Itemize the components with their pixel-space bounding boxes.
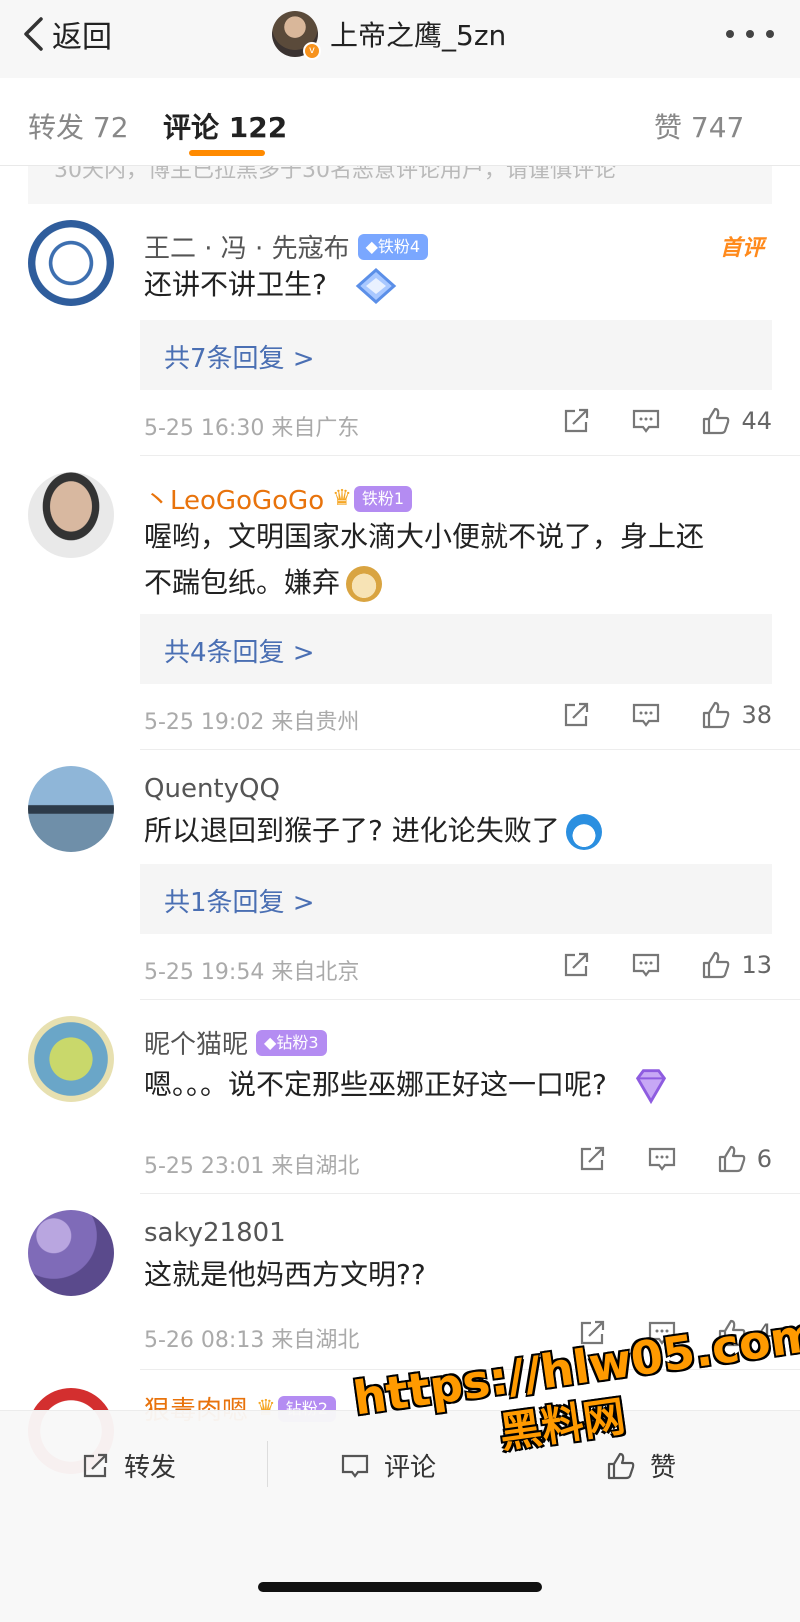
tab-repost[interactable]: 转发 72 [28, 106, 129, 146]
verified-icon: v [303, 42, 321, 60]
comment-text: 喔哟，文明国家水滴大小便就不说了，身上还 不踹包纸。嫌弃 [144, 514, 704, 606]
replies-text: 共7条回复 > [164, 344, 315, 374]
avatar[interactable] [28, 766, 114, 852]
like-icon[interactable] [717, 1144, 747, 1174]
replies-link[interactable]: 共7条回复 > [140, 320, 772, 390]
doraemon-emoji-icon [565, 814, 602, 850]
replies-link[interactable]: 共4条回复 > [140, 614, 772, 684]
avatar[interactable] [28, 472, 114, 558]
comment-actions: 44 [521, 406, 772, 436]
active-tab-indicator [189, 150, 265, 156]
avatar[interactable] [28, 1210, 114, 1296]
replies-text: 共4条回复 > [164, 638, 315, 668]
like-count: 44 [741, 407, 772, 435]
username[interactable]: QuentyQQ [144, 774, 280, 804]
back-label: 返回 [52, 20, 112, 55]
repost-icon [83, 1453, 108, 1477]
share-icon[interactable] [577, 1144, 607, 1174]
tab-bar: 转发 72 评论 122 赞 747 [0, 78, 800, 166]
share-icon[interactable] [561, 950, 591, 980]
comment-meta: 5-25 23:01 来自湖北 [144, 1154, 360, 1179]
comment-meta: 5-25 16:30 来自广东 [144, 416, 360, 441]
username-text: 昵个猫昵 [144, 1030, 249, 1060]
first-comment-tag: 首评 [719, 236, 764, 261]
comment-meta: 5-25 19:54 来自北京 [144, 960, 360, 985]
comment-text-content: 还讲不讲卫生? [144, 268, 327, 301]
comment-text-line: 不踹包纸。嫌弃 [144, 560, 704, 606]
like-count: 13 [741, 951, 772, 979]
like-icon[interactable] [701, 406, 731, 436]
repost-label: 转发 [124, 1453, 177, 1483]
comment-item: 王二 · 冯 · 先寇布 ◆铁粉4 首评 还讲不讲卫生? 共7条回复 > 5-2… [0, 204, 800, 456]
crown-icon: ♛ [332, 486, 352, 511]
avatar[interactable] [28, 1016, 114, 1102]
like-icon [607, 1452, 635, 1479]
avatar[interactable] [28, 220, 114, 306]
comment-text: 这就是他妈西方文明?? [144, 1258, 426, 1291]
comment-text-content: 嗯。。。说不定那些巫娜正好这一口呢? [144, 1068, 607, 1101]
comment-meta: 5-25 19:02 来自贵州 [144, 710, 360, 735]
fan-badge: ◆钻粉3 [256, 1029, 327, 1056]
username-text: 丶LeoGoGoGo [144, 486, 325, 516]
back-button[interactable]: 返回 [22, 14, 112, 55]
like-icon[interactable] [701, 950, 731, 980]
page-title: 上帝之鹰_5zn [330, 19, 507, 52]
repost-button[interactable]: 转发 [80, 1447, 176, 1484]
comment-meta: 5-26 08:13 来自湖北 [144, 1328, 360, 1353]
home-indicator [258, 1582, 542, 1592]
comment-actions: 38 [521, 700, 772, 730]
comment-text-line: 喔哟，文明国家水滴大小便就不说了，身上还 [144, 520, 705, 553]
tab-comment[interactable]: 评论 122 [163, 106, 287, 146]
replies-text: 共1条回复 > [164, 888, 315, 918]
comment-icon[interactable] [631, 406, 661, 436]
comment-item: 丶LeoGoGoGo ♛ 铁粉1 喔哟，文明国家水滴大小便就不说了，身上还 不踹… [0, 456, 800, 750]
comment-actions: 13 [521, 950, 772, 980]
username-text: saky21801 [144, 1218, 286, 1248]
like-button[interactable]: 赞 [606, 1447, 676, 1484]
replies-link[interactable]: 共1条回复 > [140, 864, 772, 934]
comment-item: QuentyQQ 所以退回到猴子了? 进化论失败了 共1条回复 > 5-25 1… [0, 750, 800, 1000]
like-count: 6 [756, 1145, 772, 1173]
comment-text-content: 所以退回到猴子了? 进化论失败了 [144, 814, 560, 847]
comment-notice: 30天内，博主已拉黑多于30名恶意评论用户，请谨慎评论 [28, 166, 772, 204]
comment-icon[interactable] [647, 1144, 677, 1174]
username-text: 王二 · 冯 · 先寇布 [144, 234, 350, 264]
comment-actions: 6 [537, 1144, 772, 1174]
diamond-icon [355, 267, 397, 305]
author-title[interactable]: v 上帝之鹰_5zn [272, 8, 506, 60]
username[interactable]: 王二 · 冯 · 先寇布 ◆铁粉4 [144, 228, 429, 265]
username[interactable]: 丶LeoGoGoGo ♛ 铁粉1 [144, 480, 413, 517]
chevron-left-icon [24, 17, 43, 51]
doge-emoji-icon [346, 566, 383, 602]
comment-text-content: 不踹包纸。嫌弃 [144, 566, 341, 599]
fan-badge: 铁粉1 [353, 485, 413, 512]
comment-text: 嗯。。。说不定那些巫娜正好这一口呢? [144, 1062, 672, 1108]
like-icon[interactable] [701, 700, 731, 730]
share-icon[interactable] [561, 406, 591, 436]
share-icon[interactable] [561, 700, 591, 730]
username-text: QuentyQQ [144, 774, 280, 804]
top-bar: 返回 v 上帝之鹰_5zn [0, 0, 800, 78]
tab-like[interactable]: 赞 747 [654, 106, 744, 146]
more-icon[interactable] [726, 22, 774, 46]
purple-diamond-icon [635, 1069, 666, 1105]
comment-text: 所以退回到猴子了? 进化论失败了 [144, 808, 602, 854]
comment-text: 还讲不讲卫生? [144, 262, 398, 308]
like-count: 38 [741, 701, 772, 729]
author-avatar: v [272, 11, 321, 60]
like-label: 赞 [650, 1453, 677, 1483]
username[interactable]: saky21801 [144, 1218, 286, 1248]
comment-icon[interactable] [631, 700, 661, 730]
comment-icon[interactable] [631, 950, 661, 980]
comment-item: 昵个猫昵 ◆钻粉3 嗯。。。说不定那些巫娜正好这一口呢? 5-25 23:01 … [0, 1000, 800, 1194]
divider [267, 1441, 268, 1487]
username[interactable]: 昵个猫昵 ◆钻粉3 [144, 1024, 327, 1061]
fan-badge: ◆铁粉4 [357, 233, 429, 260]
notice-text: 30天内，博主已拉黑多于30名恶意评论用户，请谨慎评论 [54, 166, 616, 183]
